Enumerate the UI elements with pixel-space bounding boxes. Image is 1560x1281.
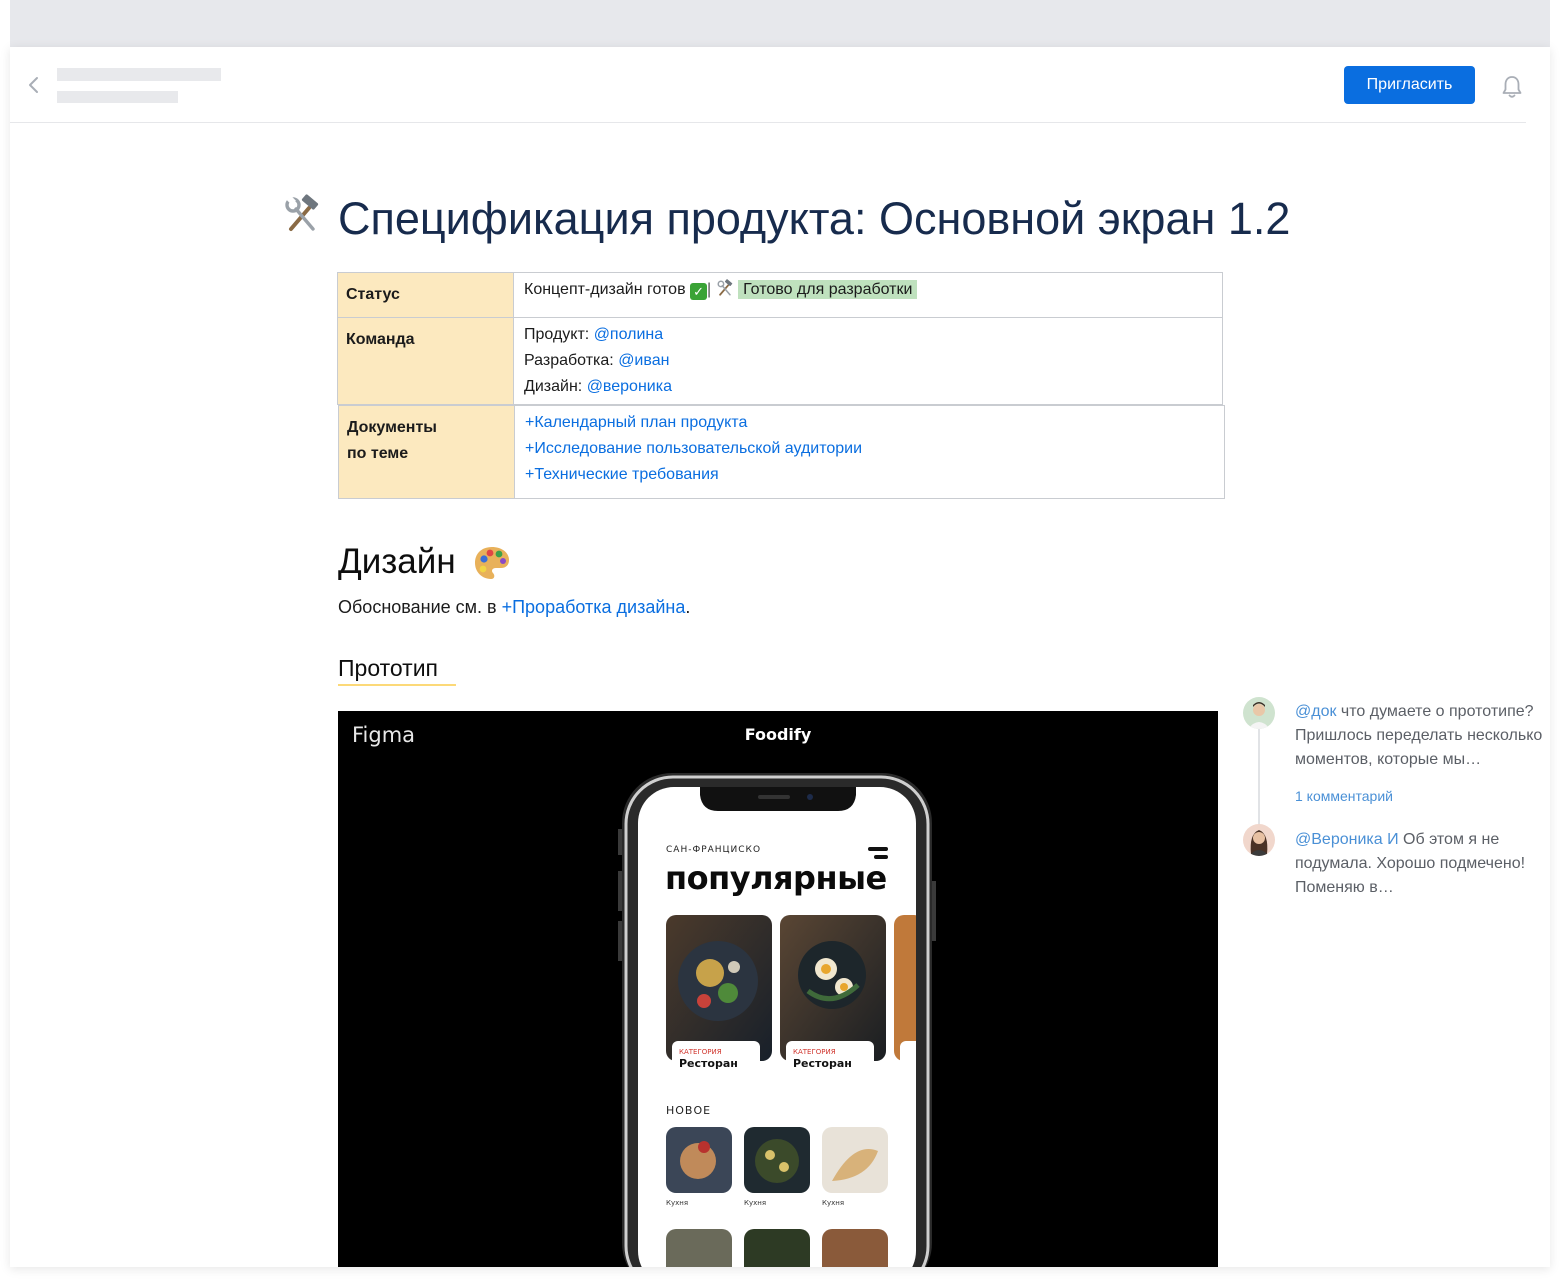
- status-badge: Готово для разработки: [738, 280, 918, 299]
- mention-link[interactable]: @полина: [594, 326, 663, 343]
- thread-line: [1258, 727, 1260, 827]
- card-name: Ресторан: [679, 1057, 738, 1070]
- heading-underline: [338, 684, 456, 686]
- team-list: Продукт: @полина Разработка: @иван Дизай…: [514, 318, 1222, 404]
- figma-embed[interactable]: Figma Foodify САН-ФРАНЦИСКО популярные К…: [338, 711, 1218, 1267]
- document-window: Пригласить Спецификация продукта: Основн…: [10, 47, 1550, 1267]
- tools-icon: [717, 279, 732, 296]
- avatar[interactable]: [1243, 697, 1275, 729]
- team-member: Дизайн: @вероника: [524, 378, 672, 395]
- new-item-label: Кухня: [666, 1199, 689, 1207]
- design-doc-link[interactable]: +Проработка дизайна: [502, 597, 686, 617]
- design-heading: Дизайн: [338, 542, 456, 581]
- team-member: Продукт: @полина: [524, 326, 664, 343]
- page-title: Спецификация продукта: Основной экран 1.…: [338, 193, 1291, 244]
- reply-count-link[interactable]: 1 комментарий: [1295, 788, 1393, 804]
- phone-city: САН-ФРАНЦИСКО: [666, 845, 762, 855]
- team-row: Команда Продукт: @полина Разработка: @ив…: [337, 318, 1223, 405]
- card-category: КАТЕГОРИЯ: [679, 1048, 722, 1056]
- back-chevron-icon[interactable]: [24, 73, 44, 97]
- team-member: Разработка: @иван: [524, 352, 670, 369]
- comment-mention[interactable]: @Вероника И: [1295, 831, 1399, 848]
- card-name: Ресторан: [793, 1057, 852, 1070]
- status-label: Статус: [338, 273, 514, 317]
- doc-link[interactable]: +Технические требования: [525, 462, 1214, 488]
- subtitle-placeholder: [57, 91, 178, 103]
- docs-row: Документы по теме +Календарный план прод…: [338, 405, 1225, 499]
- browser-top-band: [10, 0, 1550, 47]
- docs-list: +Календарный план продукта +Исследование…: [515, 406, 1224, 498]
- doc-link[interactable]: +Исследование пользовательской аудитории: [525, 436, 1214, 462]
- status-separator: |: [707, 281, 712, 298]
- doc-link[interactable]: +Календарный план продукта: [525, 410, 1214, 436]
- spec-table: Статус Концепт-дизайн готов ✓ | Готово дл…: [337, 272, 1225, 499]
- comment-text: @Вероника И Об этом я не подумала. Хорош…: [1295, 831, 1526, 896]
- phone-headline: популярные: [665, 859, 887, 897]
- artist-palette-icon: [475, 547, 509, 579]
- new-item-label: Кухня: [744, 1199, 767, 1207]
- docs-label: Документы по теме: [339, 406, 515, 498]
- hammer-and-wrench-icon: [285, 194, 319, 231]
- phone-mockup: [618, 773, 936, 1267]
- mention-link[interactable]: @иван: [618, 352, 669, 369]
- new-item-label: Кухня: [822, 1199, 845, 1207]
- breadcrumb-placeholder: [57, 68, 221, 81]
- avatar[interactable]: [1243, 824, 1275, 856]
- mention-link[interactable]: @вероника: [587, 378, 672, 395]
- invite-button[interactable]: Пригласить: [1344, 66, 1475, 104]
- design-paragraph: Обоснование см. в +Проработка дизайна.: [338, 597, 691, 617]
- comment-text: @док что думаете о прототипе? Пришлось п…: [1295, 703, 1543, 768]
- team-label: Команда: [338, 318, 514, 404]
- comment-mention[interactable]: @док: [1295, 703, 1336, 720]
- card-category: КАТЕГОРИЯ: [793, 1048, 836, 1056]
- status-row: Статус Концепт-дизайн готов ✓ | Готово дл…: [337, 272, 1223, 318]
- check-mark-icon: ✓: [690, 283, 708, 300]
- status-text: Концепт-дизайн готов: [524, 281, 686, 298]
- section-new: НОВОЕ: [666, 1104, 712, 1117]
- prototype-heading: Прототип: [338, 655, 439, 681]
- status-value: Концепт-дизайн готов ✓ | Готово для разра…: [514, 273, 1222, 317]
- page-header: Пригласить: [10, 47, 1526, 123]
- bell-icon[interactable]: [1500, 74, 1524, 100]
